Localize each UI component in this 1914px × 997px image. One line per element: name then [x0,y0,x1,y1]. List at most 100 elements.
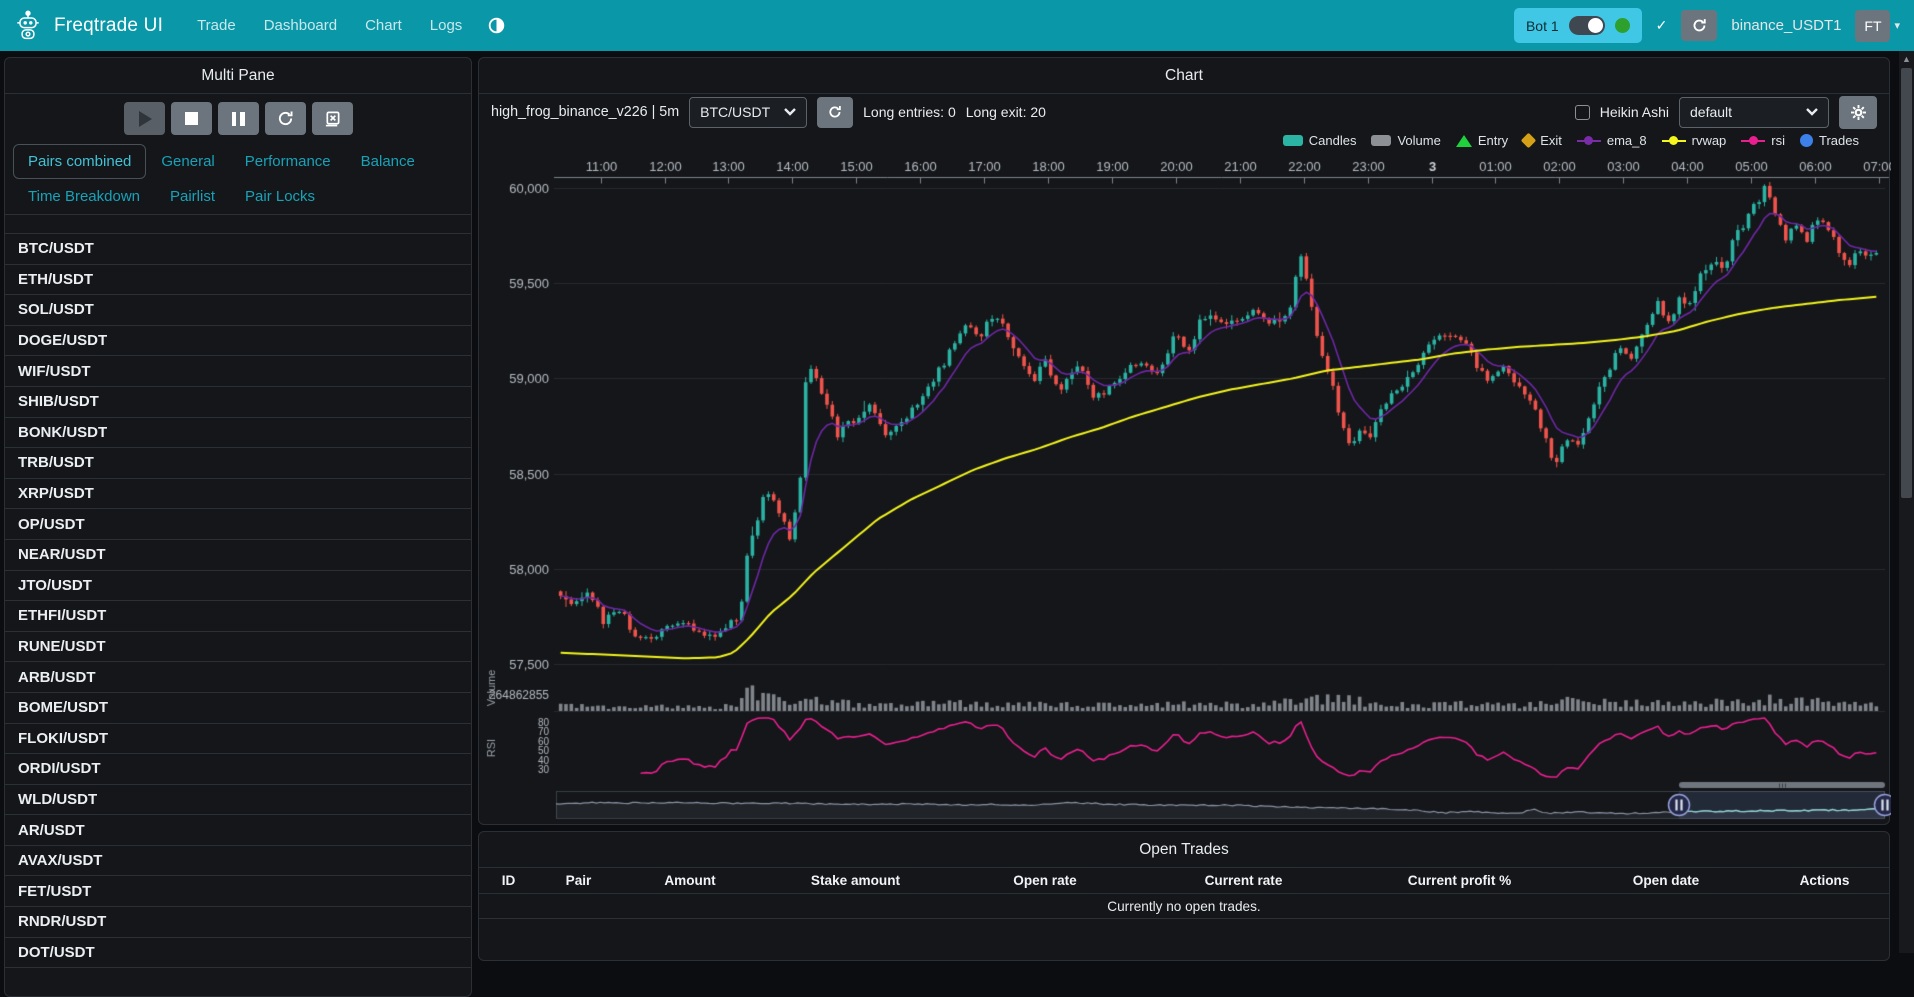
chart-toolbar: high_frog_binance_v226 | 5m BTC/USDT Lon… [479,94,1889,130]
pair-row-fet[interactable]: FET/USDT [5,876,471,907]
pair-row-op[interactable]: OP/USDT [5,509,471,540]
chart-refresh-button[interactable] [817,97,853,128]
pair-row-sol[interactable]: SOL/USDT [5,295,471,326]
avatar-caret-icon: ▾ [1894,19,1900,32]
chart-panel: Chart high_frog_binance_v226 | 5m BTC/US… [478,57,1890,825]
price-chart-canvas[interactable] [479,151,1891,826]
chevron-down-icon [784,108,796,116]
pair-row-avax[interactable]: AVAX/USDT [5,846,471,877]
legend-item-rvwap[interactable]: rvwap [1662,133,1727,148]
tab-pair-locks[interactable]: Pair Locks [230,179,330,214]
pair-row-rndr[interactable]: RNDR/USDT [5,907,471,938]
gear-icon [1851,105,1866,120]
column-header-actions: Actions [1760,873,1889,888]
tab-pairlist[interactable]: Pairlist [155,179,230,214]
tab-time-breakdown[interactable]: Time Breakdown [13,179,155,214]
page-scrollbar[interactable]: ▲ [1899,51,1914,953]
multi-pane-title: Multi Pane [5,58,471,94]
scroll-up-arrow[interactable]: ▲ [1899,51,1914,67]
nav-item-logs[interactable]: Logs [430,17,463,34]
pair-row-arb[interactable]: ARB/USDT [5,662,471,693]
pair-row-jto[interactable]: JTO/USDT [5,571,471,602]
legend-label: Exit [1540,133,1562,148]
pair-row-bonk[interactable]: BONK/USDT [5,418,471,449]
rvwap-line-icon [1662,135,1686,146]
column-header-current-rate: Current rate [1140,873,1347,888]
bot-toggle[interactable] [1569,16,1605,35]
nav-item-dashboard[interactable]: Dashboard [264,17,337,34]
pair-row-bome[interactable]: BOME/USDT [5,693,471,724]
reload-config-button[interactable] [265,102,306,135]
legend-item-trades[interactable]: Trades [1800,133,1859,148]
global-reload-button[interactable] [1681,10,1717,41]
legend-label: rsi [1771,133,1785,148]
legend-item-exit[interactable]: Exit [1523,133,1562,148]
pair-select[interactable]: BTC/USDT [689,97,807,128]
column-header-amount: Amount [619,873,761,888]
legend-item-candles[interactable]: Candles [1283,133,1357,148]
entry-marker-icon [1456,135,1472,147]
legend-label: rvwap [1692,133,1727,148]
bot-online-check[interactable]: ✓ [1656,17,1668,34]
clear-log-icon [324,110,341,127]
tab-pairs-combined[interactable]: Pairs combined [13,144,146,179]
stop-icon [185,112,198,125]
pair-row-wld[interactable]: WLD/USDT [5,785,471,816]
nav-item-trade[interactable]: Trade [197,17,236,34]
top-navbar: Freqtrade UI Trade Dashboard Chart Logs Bot… [0,0,1914,51]
pair-row-shib[interactable]: SHIB/USDT [5,387,471,418]
legend-item-ema_8[interactable]: ema_8 [1577,133,1647,148]
exit-marker-icon [1521,133,1537,149]
bot-controls [5,102,471,136]
rsi-line-icon [1741,135,1765,146]
pair-row-ethfi[interactable]: ETHFI/USDT [5,601,471,632]
pair-row-xrp[interactable]: XRP/USDT [5,479,471,510]
pair-row-rune[interactable]: RUNE/USDT [5,632,471,663]
column-header-open-rate: Open rate [950,873,1140,888]
heikin-ashi-checkbox[interactable] [1575,105,1590,120]
pause-icon [232,112,245,126]
nav-item-chart[interactable]: Chart [365,17,402,34]
 [1669,136,1678,145]
open-trades-title: Open Trades [479,832,1889,868]
open-trades-panel: Open Trades IDPairAmountStake amountOpen… [478,831,1890,961]
legend-item-volume[interactable]: Volume [1371,133,1440,148]
legend-item-entry[interactable]: Entry [1456,133,1508,148]
plot-settings-button[interactable] [1839,96,1877,129]
candles-swatch-icon [1283,135,1303,146]
theme-toggle-icon[interactable] [488,17,505,34]
heikin-ashi-label: Heikin Ashi [1600,104,1669,120]
open-trades-header-row: IDPairAmountStake amountOpen rateCurrent… [479,868,1889,894]
pair-row-trb[interactable]: TRB/USDT [5,448,471,479]
pair-row-near[interactable]: NEAR/USDT [5,540,471,571]
scrollbar-thumb[interactable] [1901,68,1912,498]
pair-row-doge[interactable]: DOGE/USDT [5,326,471,357]
pair-row-wif[interactable]: WIF/USDT [5,356,471,387]
play-button[interactable] [124,102,165,135]
bot-selector[interactable]: Bot 1 [1514,8,1642,43]
bot-status-dot [1615,18,1630,33]
legend-label: Trades [1819,133,1859,148]
legend-item-rsi[interactable]: rsi [1741,133,1785,148]
pair-row-ordi[interactable]: ORDI/USDT [5,754,471,785]
column-header-id: ID [479,873,538,888]
clear-log-button[interactable] [312,102,353,135]
stop-button[interactable] [171,102,212,135]
column-header-open-date: Open date [1572,873,1760,888]
app-title: Freqtrade UI [54,15,163,37]
pair-row-ar[interactable]: AR/USDT [5,815,471,846]
tab-performance[interactable]: Performance [230,144,346,179]
pair-row-floki[interactable]: FLOKI/USDT [5,724,471,755]
open-trades-empty-message: Currently no open trades. [479,894,1889,919]
ema_8-line-icon [1577,135,1601,146]
plot-config-select[interactable]: default [1679,97,1829,128]
pair-row-btc[interactable]: BTC/USDT [5,234,471,265]
chevron-down-icon [1806,108,1818,116]
 [1584,136,1593,145]
pause-button[interactable] [218,102,259,135]
tab-general[interactable]: General [146,144,229,179]
user-avatar[interactable]: FT [1855,10,1890,42]
long-entries-label: Long entries: 0 [863,104,956,120]
pair-row-eth[interactable]: ETH/USDT [5,265,471,296]
tab-balance[interactable]: Balance [346,144,430,179]
